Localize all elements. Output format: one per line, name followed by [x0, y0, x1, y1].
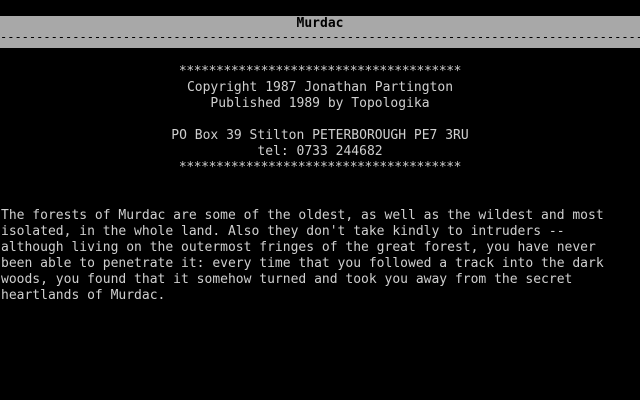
telephone-line: tel: 0733 244682	[257, 144, 383, 159]
intro-line: been able to penetrate it: every time th…	[1, 256, 604, 271]
game-title: Murdac	[296, 16, 344, 31]
intro-line: heartlands of Murdac.	[1, 288, 166, 303]
window-title-bar: Murdac	[0, 16, 640, 32]
intro-line: although living on the outermost fringes…	[1, 240, 596, 255]
title-divider: ----------------------------------------…	[0, 32, 640, 48]
copyright-line: Copyright 1987 Jonathan Partington	[186, 80, 454, 95]
intro-line: The forests of Murdac are some of the ol…	[1, 208, 604, 223]
intro-line: woods, you found that it somehow turned …	[1, 272, 573, 287]
publisher-line: Published 1989 by Topologika	[210, 96, 430, 111]
credits-block: ************************************** C…	[0, 64, 640, 176]
intro-text: The forests of Murdac are some of the ol…	[1, 208, 637, 304]
stars-border-bottom: **************************************	[178, 160, 462, 175]
intro-line: isolated, in the whole land. Also they d…	[1, 224, 565, 239]
stars-border-top: **************************************	[178, 64, 462, 79]
address-line: PO Box 39 Stilton PETERBOROUGH PE7 3RU	[171, 128, 469, 143]
